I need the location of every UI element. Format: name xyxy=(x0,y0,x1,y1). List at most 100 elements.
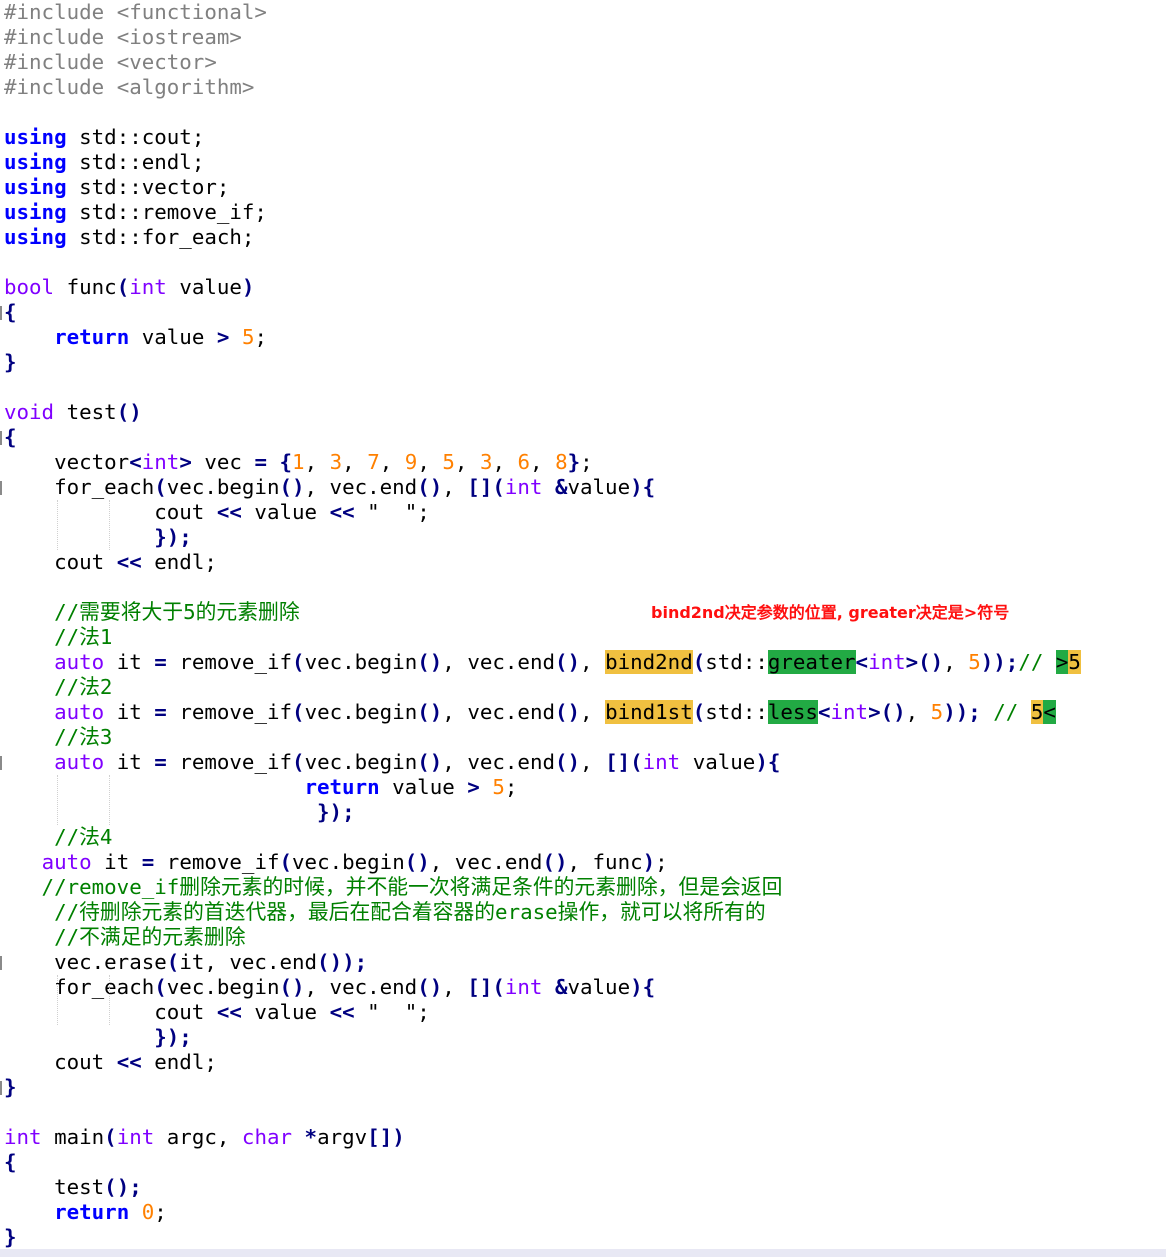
code-line[interactable]: #include <iostream> xyxy=(4,25,242,50)
code-line[interactable]: auto it = remove_if(vec.begin(), vec.end… xyxy=(4,650,1081,675)
code-token: vec.begin xyxy=(304,700,418,724)
code-token: // xyxy=(1018,650,1056,674)
code-line[interactable]: auto it = remove_if(vec.begin(), vec.end… xyxy=(4,850,668,875)
code-line[interactable]: using std::remove_if; xyxy=(4,200,267,225)
code-line[interactable]: #include <functional> xyxy=(4,0,267,25)
code-line[interactable]: void test() xyxy=(4,400,142,425)
code-line[interactable]: //remove_if删除元素的时候，并不能一次将满足条件的元素删除，但是会返回 xyxy=(4,875,783,900)
code-token: )); xyxy=(943,700,981,724)
code-line[interactable]: //待删除元素的首迭代器，最后在配合着容器的erase操作，就可以将所有的 xyxy=(4,900,766,925)
code-token: return xyxy=(304,775,380,799)
fold-marker[interactable] xyxy=(0,306,2,320)
code-line[interactable]: return value > 5; xyxy=(4,325,267,350)
code-line[interactable]: return 0; xyxy=(4,1200,167,1225)
code-token: value xyxy=(379,775,468,799)
code-token: ; xyxy=(655,850,668,874)
code-token: remove_if xyxy=(166,650,293,674)
code-token: 5 xyxy=(241,325,255,349)
code-line[interactable]: } xyxy=(4,1225,17,1250)
code-token: , vec.end xyxy=(304,975,418,999)
code-line[interactable]: cout << endl; xyxy=(4,550,217,575)
code-line[interactable]: }); xyxy=(4,1025,192,1050)
code-line[interactable]: bool func(int value) xyxy=(4,275,254,300)
code-line[interactable]: vec.erase(it, vec.end()); xyxy=(4,950,367,975)
fold-marker[interactable] xyxy=(0,756,2,770)
code-token: using xyxy=(4,125,67,149)
code-token: , xyxy=(943,650,969,674)
code-line[interactable]: }); xyxy=(4,525,192,550)
code-line[interactable]: #include <vector> xyxy=(4,50,217,75)
code-token: []) xyxy=(367,1125,405,1149)
code-token: 3 xyxy=(479,450,493,474)
code-token: cout xyxy=(4,500,217,524)
code-token: { xyxy=(4,300,17,324)
horizontal-scrollbar[interactable] xyxy=(0,1249,1166,1257)
fold-marker[interactable] xyxy=(0,431,2,445)
fold-marker[interactable] xyxy=(0,956,2,970)
code-token: int xyxy=(116,1125,155,1149)
code-token: (); xyxy=(104,1175,142,1199)
code-line[interactable]: //法4 xyxy=(4,825,112,850)
code-token: < xyxy=(129,450,142,474)
code-token: std::remove_if; xyxy=(66,200,267,224)
code-token: value xyxy=(567,975,631,999)
fold-marker[interactable] xyxy=(0,1081,2,1095)
code-token: = xyxy=(154,700,167,724)
code-token: for_each xyxy=(4,975,155,999)
code-line[interactable]: //法2 xyxy=(4,675,112,700)
code-line[interactable]: //法3 xyxy=(4,725,112,750)
code-line[interactable]: { xyxy=(4,300,17,325)
code-token: auto xyxy=(54,650,105,674)
code-token: int xyxy=(868,650,906,674)
code-token: = xyxy=(154,650,167,674)
code-token: test xyxy=(4,1175,105,1199)
code-token: bind1st xyxy=(605,700,693,724)
code-token: for_each xyxy=(4,475,155,499)
code-line[interactable]: using std::vector; xyxy=(4,175,229,200)
code-line[interactable]: cout << value << " "; xyxy=(4,500,430,525)
code-line[interactable]: cout << endl; xyxy=(4,1050,217,1075)
code-token: ( xyxy=(692,650,706,674)
code-line[interactable]: using std::for_each; xyxy=(4,225,254,250)
code-line[interactable]: return value > 5; xyxy=(4,775,518,800)
code-line[interactable]: auto it = remove_if(vec.begin(), vec.end… xyxy=(4,750,780,775)
code-token: return xyxy=(54,1200,130,1224)
code-line[interactable]: int main(int argc, char *argv[]) xyxy=(4,1125,405,1150)
code-editor[interactable]: #include <functional> #include <iostream>… xyxy=(0,0,1166,1257)
code-token: //待删除元素的首迭代器，最后在配合着容器的erase操作，就可以将所有的 xyxy=(4,900,766,924)
fold-marker[interactable] xyxy=(0,481,2,495)
code-token: #include xyxy=(4,75,117,99)
code-line[interactable]: using std::endl; xyxy=(4,150,204,175)
code-token: //法2 xyxy=(4,675,113,699)
code-token: , xyxy=(454,450,480,474)
code-line[interactable]: } xyxy=(4,350,17,375)
code-line[interactable]: auto it = remove_if(vec.begin(), vec.end… xyxy=(4,700,1056,725)
code-line[interactable]: #include <algorithm> xyxy=(4,75,254,100)
code-token: = xyxy=(154,750,167,774)
code-line[interactable]: cout << value << " "; xyxy=(4,1000,430,1025)
code-token: it, vec.end xyxy=(179,950,318,974)
code-token: = xyxy=(254,450,267,474)
code-line[interactable]: for_each(vec.begin(), vec.end(), [](int … xyxy=(4,975,655,1000)
code-token: () xyxy=(417,975,443,999)
code-line[interactable]: using std::cout; xyxy=(4,125,204,150)
code-token: std:: xyxy=(705,650,768,674)
code-line[interactable]: { xyxy=(4,425,17,450)
code-token: remove_if xyxy=(154,850,280,874)
code-line[interactable]: //需要将大于5的元素删除 xyxy=(4,600,300,625)
code-token: ( xyxy=(154,475,167,499)
code-token: int xyxy=(504,475,543,499)
code-line[interactable]: //不满足的元素删除 xyxy=(4,925,245,950)
code-line[interactable]: for_each(vec.begin(), vec.end(), [](int … xyxy=(4,475,655,500)
code-token: ); xyxy=(342,950,368,974)
code-line[interactable]: test(); xyxy=(4,1175,142,1200)
code-line[interactable]: } xyxy=(4,1075,17,1100)
code-line[interactable]: vector<int> vec = {1, 3, 7, 9, 5, 3, 6, … xyxy=(4,450,593,475)
code-line[interactable]: { xyxy=(4,1150,17,1175)
code-line[interactable]: //法1 xyxy=(4,625,112,650)
code-token: >() xyxy=(905,650,944,674)
